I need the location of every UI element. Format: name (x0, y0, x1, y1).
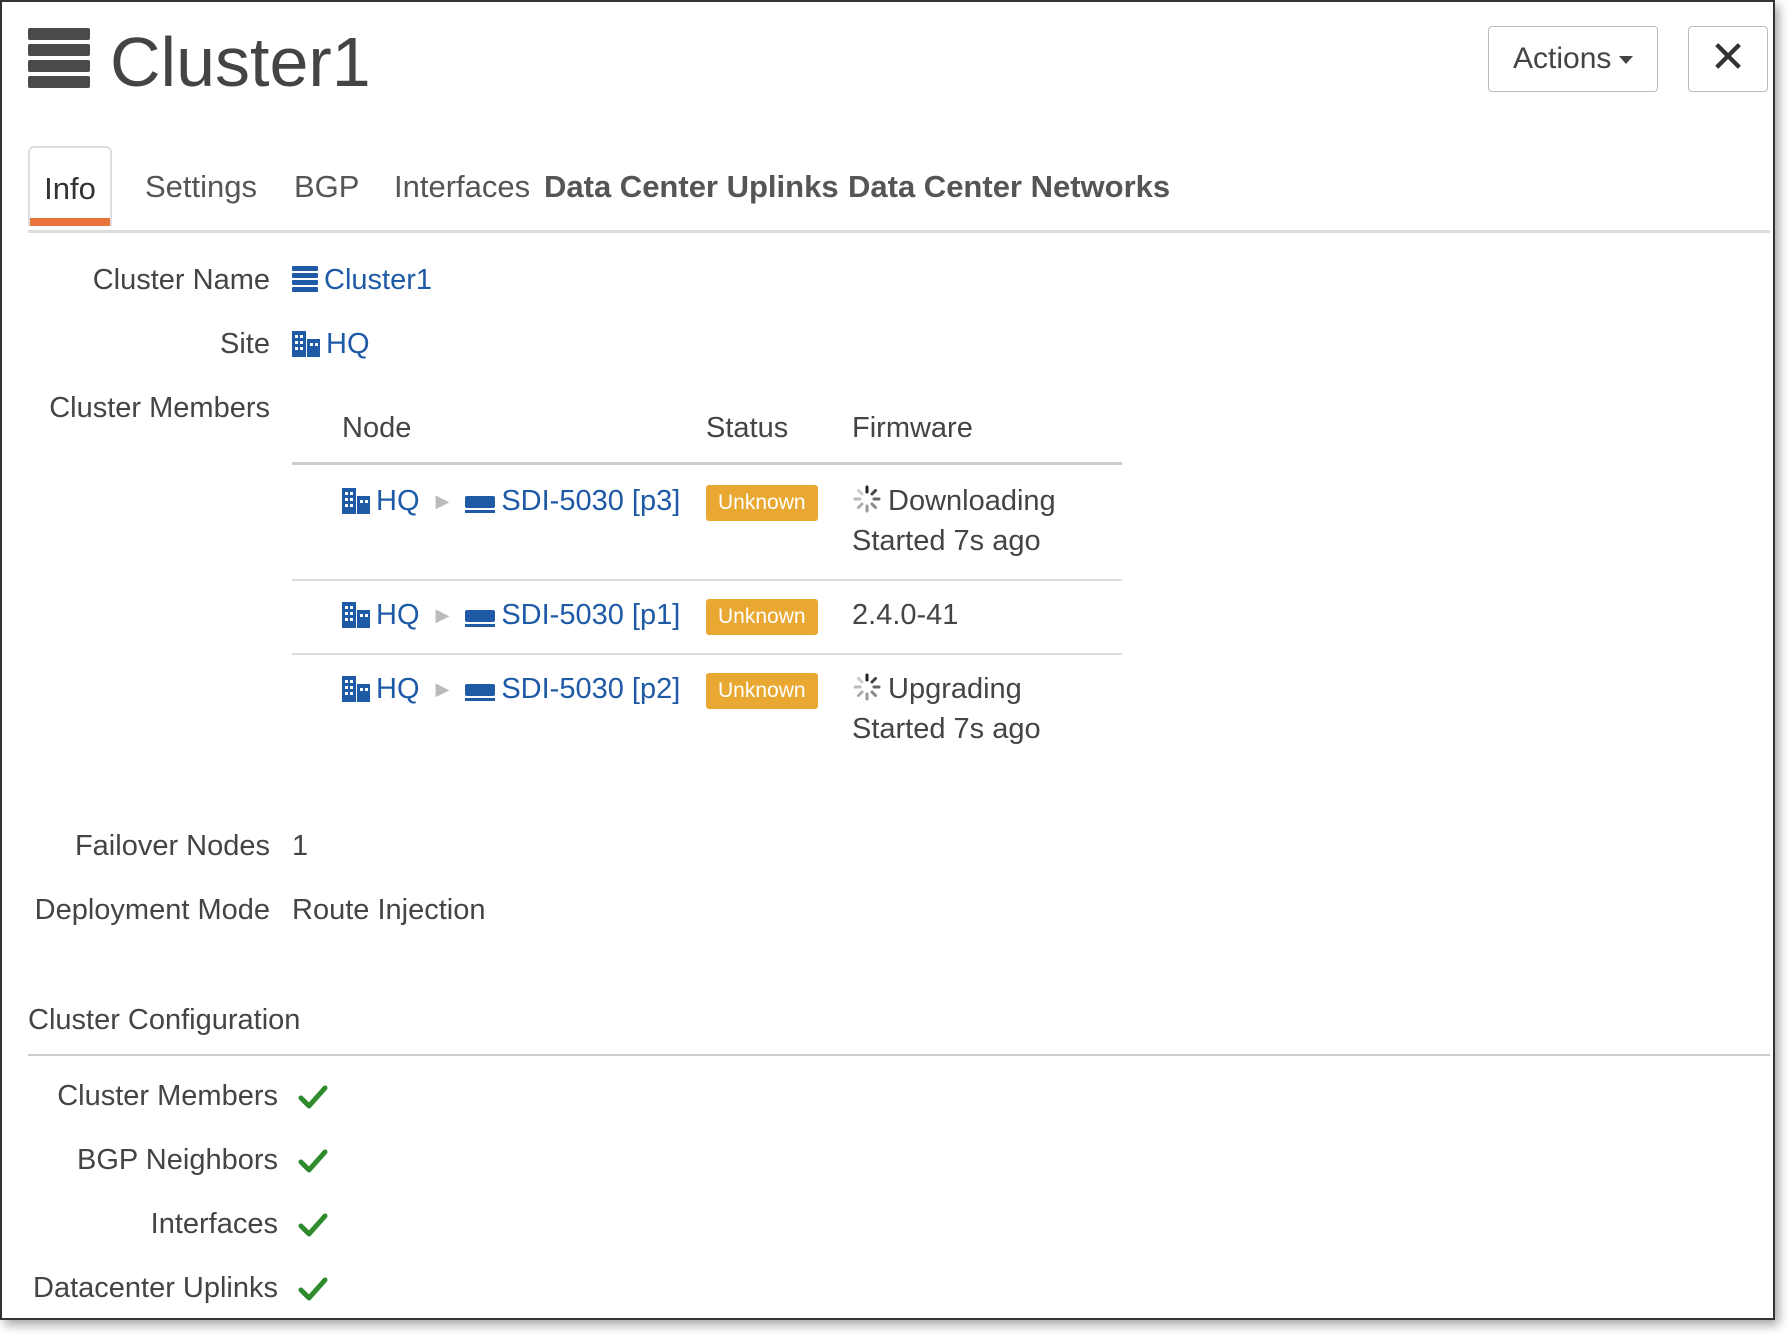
tab-interfaces[interactable]: Interfaces (394, 146, 530, 226)
status-badge: Unknown (706, 673, 818, 709)
status-badge: Unknown (706, 599, 818, 635)
firmware-started: Started 7s ago (852, 525, 1041, 557)
firmware-cell: 2.4.0-41 (852, 595, 958, 635)
close-icon: ✕ (1709, 33, 1747, 82)
column-header-status: Status (706, 412, 789, 444)
site-value[interactable]: HQ (292, 324, 370, 364)
column-header-firmware: Firmware (852, 412, 973, 444)
chevron-right-icon: ▶ (435, 605, 450, 625)
cluster-detail-panel: Cluster1 Actions ✕ Info Settings BGP Int… (0, 0, 1775, 1320)
site-label: Site (220, 328, 270, 360)
tab-bar: Info Settings BGP Interfaces Data Center… (28, 146, 1770, 233)
cluster-name-link[interactable]: Cluster1 (324, 264, 432, 296)
site-link[interactable]: HQ (376, 485, 420, 517)
column-header-node: Node (342, 412, 412, 444)
cluster-configuration-heading: Cluster Configuration (28, 1004, 301, 1036)
building-icon (342, 602, 370, 628)
close-button[interactable]: ✕ (1688, 26, 1768, 92)
deployment-mode-value: Route Injection (292, 894, 486, 926)
checkmark-icon (298, 1149, 328, 1173)
tab-bgp[interactable]: BGP (294, 146, 359, 226)
building-icon (342, 488, 370, 514)
failover-nodes-value: 1 (292, 830, 309, 862)
table-row: HQ ▶ SDI-5030 [p1] Unknown 2.4.0-41 (292, 581, 1122, 655)
cluster-members-label: Cluster Members (49, 392, 270, 424)
node-link[interactable]: SDI-5030 [p1] (501, 599, 680, 631)
actions-dropdown-button[interactable]: Actions (1488, 26, 1658, 92)
failover-nodes-label: Failover Nodes (74, 830, 270, 862)
checkmark-icon (298, 1277, 328, 1301)
section-divider (28, 1054, 1770, 1056)
table-row: HQ ▶ SDI-5030 [p3] Unknown Downloading S… (292, 465, 1122, 581)
building-icon (292, 331, 320, 357)
tab-settings[interactable]: Settings (145, 146, 257, 226)
appliance-icon (465, 684, 496, 701)
appliance-icon (465, 496, 496, 513)
firmware-version: 2.4.0-41 (852, 599, 959, 631)
spinner-icon (853, 673, 881, 701)
config-item-label: Interfaces (150, 1208, 278, 1240)
table-row: HQ ▶ SDI-5030 [p2] Unknown Upgrading Sta… (292, 655, 1122, 765)
tab-data-center-uplinks[interactable]: Data Center Uplinks (544, 146, 839, 226)
config-item-label: BGP Neighbors (77, 1144, 278, 1176)
node-cell: HQ ▶ SDI-5030 [p2] (342, 669, 680, 709)
panel-header: Cluster1 Actions ✕ (26, 20, 1773, 120)
firmware-status: Downloading (888, 485, 1056, 517)
firmware-cell: Downloading Started 7s ago (852, 481, 1056, 561)
config-item-label: Datacenter Uplinks (33, 1272, 278, 1304)
appliance-icon (465, 610, 496, 627)
cluster-name-label: Cluster Name (92, 264, 270, 296)
table-header: Node Status Firmware (292, 402, 1122, 465)
tab-info[interactable]: Info (28, 146, 112, 226)
node-cell: HQ ▶ SDI-5030 [p3] (342, 481, 680, 521)
actions-button-label: Actions (1513, 42, 1612, 75)
firmware-started: Started 7s ago (852, 713, 1041, 745)
site-link[interactable]: HQ (376, 599, 420, 631)
chevron-right-icon: ▶ (435, 679, 450, 699)
site-link[interactable]: HQ (326, 328, 370, 360)
status-badge: Unknown (706, 485, 818, 521)
cluster-icon (28, 28, 90, 88)
node-link[interactable]: SDI-5030 [p2] (501, 673, 680, 705)
cluster-name-value[interactable]: Cluster1 (292, 260, 432, 300)
firmware-status: Upgrading (888, 673, 1022, 705)
firmware-cell: Upgrading Started 7s ago (852, 669, 1041, 749)
tab-data-center-networks[interactable]: Data Center Networks (848, 146, 1170, 226)
deployment-mode-label: Deployment Mode (34, 894, 270, 926)
node-cell: HQ ▶ SDI-5030 [p1] (342, 595, 680, 635)
building-icon (342, 676, 370, 702)
checkmark-icon (298, 1085, 328, 1109)
chevron-right-icon: ▶ (435, 491, 450, 511)
node-link[interactable]: SDI-5030 [p3] (501, 485, 680, 517)
site-link[interactable]: HQ (376, 673, 420, 705)
caret-down-icon (1619, 56, 1634, 65)
config-item-label: Cluster Members (57, 1080, 278, 1112)
page-title: Cluster1 (110, 23, 371, 101)
cluster-icon (292, 266, 318, 292)
checkmark-icon (298, 1213, 328, 1237)
spinner-icon (853, 485, 881, 513)
